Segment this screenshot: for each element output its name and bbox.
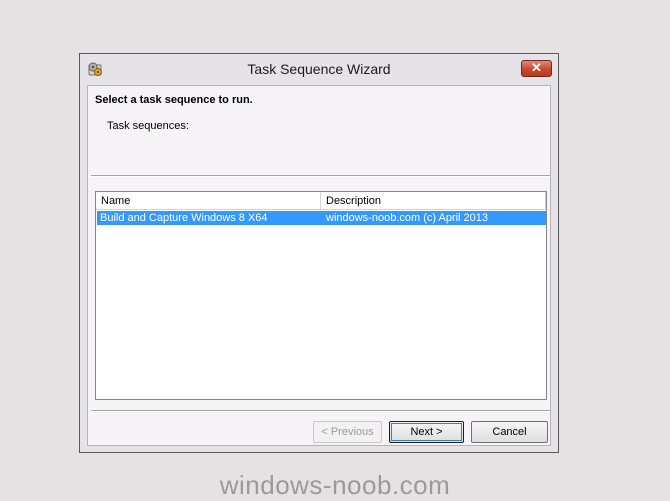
row-name-cell: Build and Capture Windows 8 X64 — [100, 212, 268, 224]
window-title: Task Sequence Wizard — [247, 61, 391, 77]
watermark-text: windows-noob.com — [219, 470, 451, 500]
column-header-description[interactable]: Description — [321, 192, 546, 209]
table-row[interactable]: Build and Capture Windows 8 X64 windows-… — [97, 211, 546, 225]
column-header-name[interactable]: Name — [96, 192, 321, 209]
task-sequence-list[interactable]: Name Description Build and Capture Windo… — [95, 191, 547, 400]
list-header: Name Description — [96, 192, 546, 210]
task-sequences-label: Task sequences: — [107, 120, 189, 132]
title-bar[interactable]: Task Sequence Wizard ✕ — [80, 54, 558, 84]
page-heading: Select a task sequence to run. — [95, 94, 253, 106]
close-button[interactable]: ✕ — [521, 60, 552, 77]
close-icon: ✕ — [531, 60, 542, 75]
footer-divider — [91, 410, 550, 412]
row-description-cell: windows-noob.com (c) April 2013 — [326, 212, 489, 224]
next-button[interactable]: Next > — [389, 421, 464, 443]
wizard-page: Select a task sequence to run. Task sequ… — [87, 85, 551, 446]
previous-button[interactable]: < Previous — [313, 421, 382, 443]
task-sequence-wizard-window: Task Sequence Wizard ✕ Select a task seq… — [79, 53, 559, 453]
header-divider — [91, 175, 550, 177]
cancel-button[interactable]: Cancel — [471, 421, 548, 443]
next-button-label: Next > — [391, 423, 462, 441]
